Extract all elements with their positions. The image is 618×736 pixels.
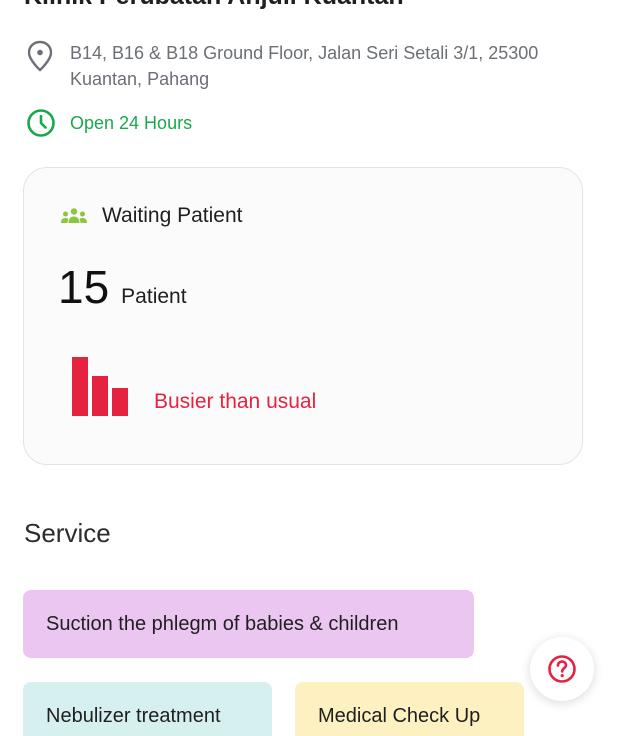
service-chip-label: Medical Check Up (318, 704, 481, 727)
waiting-count: 15 (58, 261, 110, 313)
help-button[interactable] (530, 637, 594, 701)
bar-chart-icon (72, 352, 132, 416)
waiting-count-row: 15 Patient (58, 260, 187, 314)
waiting-header: Waiting Patient (60, 204, 242, 228)
service-chip-label: Nebulizer treatment (46, 704, 221, 727)
service-heading: Service (24, 518, 111, 548)
busy-bar (112, 388, 128, 416)
waiting-patient-card: Waiting Patient 15 Patient Busier than u… (23, 167, 583, 465)
clinic-address: B14, B16 & B18 Ground Floor, Jalan Seri … (70, 43, 539, 89)
clock-icon (26, 108, 56, 138)
service-chip-checkup[interactable]: Medical Check Up (295, 682, 524, 736)
location-pin-icon (26, 40, 54, 72)
opening-hours: Open 24 Hours (70, 112, 193, 133)
busyness-row: Busier than usual (72, 352, 316, 416)
busy-bar (72, 357, 88, 416)
address-row[interactable]: B14, B16 & B18 Ground Floor, Jalan Seri … (26, 40, 590, 92)
waiting-label: Waiting Patient (102, 204, 243, 227)
people-group-icon (60, 207, 88, 225)
busy-bar (92, 376, 108, 416)
help-circle-icon (548, 655, 576, 683)
clinic-detail-page: Klinik Perubatan Anjuli Kuantan B14, B16… (0, 0, 618, 736)
busyness-status: Busier than usual (154, 390, 317, 413)
opening-hours-row: Open 24 Hours (26, 108, 192, 138)
clinic-name: Klinik Perubatan Anjuli Kuantan (24, 0, 404, 11)
service-chip-nebulizer[interactable]: Nebulizer treatment (23, 682, 272, 736)
waiting-unit: Patient (121, 285, 187, 308)
service-chip-label: Suction the phlegm of babies & children (46, 612, 399, 635)
service-chip-suction[interactable]: Suction the phlegm of babies & children (23, 590, 474, 658)
